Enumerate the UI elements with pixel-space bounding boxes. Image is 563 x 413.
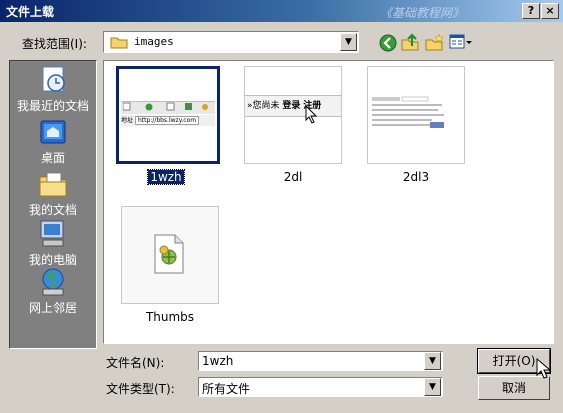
place-label: 网上邻居	[28, 301, 77, 315]
folder-icon	[110, 37, 128, 49]
file-item-1wzh[interactable]: 地址 http://bbs.lwzy.com 1wzh	[116, 66, 220, 185]
file-name: 1wzh	[147, 169, 185, 185]
place-label: 我的文档	[28, 203, 77, 217]
address-label: 地址	[121, 117, 134, 124]
close-button[interactable]: ×	[541, 3, 559, 19]
form-preview-icon	[372, 96, 444, 128]
watermark-text: 《基础教程网》	[380, 6, 465, 20]
filetype-value: 所有文件	[202, 382, 251, 396]
my-documents-icon	[39, 172, 67, 197]
recent-documents-icon	[42, 66, 65, 92]
network-places-icon	[42, 268, 64, 296]
place-label: 我最近的文档	[16, 99, 89, 113]
places-bar: 我最近的文档 桌面 我的文档 我的电脑 网上邻居	[9, 60, 97, 349]
file-item-thumbs[interactable]: Thumbs	[120, 206, 220, 324]
file-thumbnail: 地址 http://bbs.lwzy.com	[116, 66, 220, 164]
file-item-2dl[interactable]: »您尚未 登录 注册 2dl	[243, 66, 343, 184]
look-in-dropdown-button[interactable]: ▼	[340, 33, 357, 51]
file-thumbnail	[121, 206, 219, 304]
place-my-computer[interactable]: 我的电脑	[10, 219, 96, 268]
look-in-combo[interactable]: images ▼	[103, 31, 359, 53]
address-url: http://bbs.lwzy.com	[134, 116, 200, 125]
mouse-cursor-icon	[305, 105, 318, 124]
my-computer-icon	[40, 220, 64, 247]
file-thumbnail: »您尚未 登录 注册	[244, 66, 342, 164]
thumb-text-prefix: »您尚未	[247, 101, 280, 111]
help-button[interactable]: ?	[522, 3, 540, 19]
mouse-pointer-icon	[536, 358, 552, 379]
view-menu-icon[interactable]	[449, 34, 473, 50]
title-bar	[0, 0, 563, 22]
place-label: 桌面	[40, 151, 65, 165]
file-name: Thumbs	[145, 310, 195, 324]
place-desktop[interactable]: 桌面	[10, 119, 96, 166]
thumb-text-login: 登录	[282, 101, 301, 111]
window-title: 文件上载	[6, 5, 55, 19]
place-recent-documents[interactable]: 我最近的文档	[10, 65, 96, 114]
toolbar-preview-icon	[123, 102, 208, 111]
file-list[interactable]: 地址 http://bbs.lwzy.com 1wzh »您尚未 登录 注册 2…	[103, 60, 554, 344]
place-my-documents[interactable]: 我的文档	[10, 169, 96, 218]
up-folder-icon[interactable]	[400, 32, 420, 52]
place-label: 我的电脑	[28, 253, 77, 267]
file-name: 2dl3	[402, 170, 430, 184]
desktop-icon	[40, 120, 66, 144]
new-folder-icon[interactable]	[424, 32, 444, 52]
file-name: 2dl	[283, 170, 303, 184]
place-network-places[interactable]: 网上邻居	[10, 267, 96, 316]
filename-dropdown-button[interactable]: ▼	[424, 352, 441, 370]
filename-input[interactable]: 1wzh ▼	[198, 351, 443, 371]
file-thumbnail	[367, 66, 465, 164]
back-icon[interactable]	[379, 34, 397, 52]
look-in-label: 查找范围(I):	[22, 37, 87, 51]
file-item-2dl3[interactable]: 2dl3	[366, 66, 466, 184]
system-file-icon	[154, 234, 184, 274]
filename-label: 文件名(N):	[106, 356, 165, 370]
filetype-dropdown-button[interactable]: ▼	[424, 378, 441, 396]
filetype-select[interactable]: 所有文件 ▼	[198, 377, 443, 397]
filetype-label: 文件类型(T):	[106, 382, 175, 396]
look-in-value: images	[134, 35, 174, 48]
filename-value: 1wzh	[202, 354, 234, 368]
